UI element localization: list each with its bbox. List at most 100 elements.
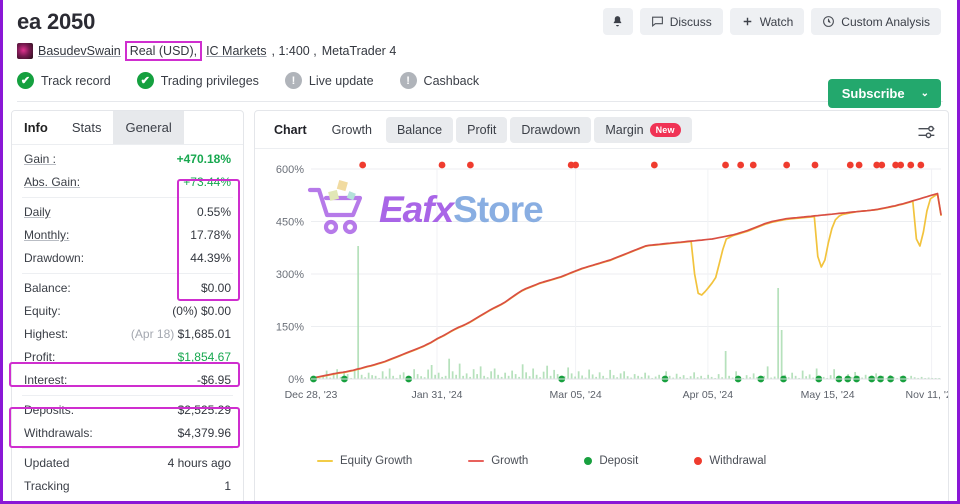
divider [22, 448, 233, 449]
divider [22, 197, 233, 198]
platform-text: MetaTrader 4 [321, 44, 397, 58]
row-value: $0.00 [200, 281, 231, 295]
svg-text:Nov 11, '24: Nov 11, '24 [906, 389, 949, 401]
tab-margin[interactable]: Margin New [594, 117, 692, 143]
row-highest: Highest: (Apr 18) $1,685.01 [22, 323, 233, 346]
stats-tabs: Info Stats General [12, 111, 243, 145]
row-value: +470.18% [176, 152, 231, 166]
exclamation-circle-icon: ! [399, 72, 417, 89]
watch-button[interactable]: Watch [729, 8, 805, 35]
row-key: Abs. Gain: [24, 175, 81, 189]
row-value: (0%) $0.00 [172, 304, 231, 318]
legend-line-icon [317, 460, 333, 462]
row-interest: Interest: -$6.95 [22, 369, 233, 392]
row-deposits: Deposits: $2,525.29 [22, 399, 233, 422]
row-key: Daily [24, 205, 51, 219]
row-value: 4 hours ago [167, 456, 231, 470]
svg-text:450%: 450% [276, 217, 304, 229]
clock-icon [823, 16, 835, 27]
chart-legend: Equity Growth Growth Deposit Withdrawal [255, 449, 948, 467]
row-balance: Balance: $0.00 [22, 277, 233, 300]
svg-text:Apr 05, '24: Apr 05, '24 [683, 389, 734, 401]
account-type-highlight: Real (USD), [124, 41, 203, 61]
row-profit: Profit: $1,854.67 [22, 346, 233, 369]
svg-text:Jan 31, '24: Jan 31, '24 [411, 389, 462, 401]
row-value: +73.44% [183, 175, 231, 189]
tab-general[interactable]: General [113, 111, 184, 144]
svg-text:300%: 300% [276, 269, 304, 281]
highest-date: (Apr 18) [130, 327, 175, 341]
divider [22, 273, 233, 274]
check-circle-icon: ✔ [136, 72, 154, 89]
row-abs-gain: Abs. Gain: +73.44% [22, 171, 233, 194]
row-monthly: Monthly: 17.78% [22, 224, 233, 247]
discuss-button[interactable]: Discuss [639, 8, 723, 35]
plus-icon [743, 17, 752, 26]
tab-info[interactable]: Info [12, 111, 60, 144]
row-value-group: (Apr 18) $1,685.01 [131, 327, 231, 342]
svg-text:Mar 05, '24: Mar 05, '24 [549, 389, 601, 401]
page-body: Info Stats General Gain : +470.18% Abs. … [3, 102, 957, 501]
legend-growth[interactable]: Growth [468, 455, 528, 467]
sliders-icon[interactable] [916, 122, 936, 142]
discuss-label: Discuss [669, 14, 712, 29]
svg-text:150%: 150% [276, 322, 304, 334]
row-value: $4,379.96 [177, 426, 231, 440]
avatar [17, 43, 33, 59]
custom-analysis-button[interactable]: Custom Analysis [811, 8, 941, 35]
chart-panel: Chart Growth Balance Profit Drawdown Mar… [254, 110, 949, 501]
divider [22, 395, 233, 396]
svg-text:600%: 600% [276, 164, 304, 176]
tab-balance[interactable]: Balance [385, 117, 454, 143]
badge-label: Trading privileges [160, 73, 259, 88]
badge-cashback[interactable]: ! Cashback [399, 72, 480, 89]
status-badges: ✔ Track record ✔ Trading privileges ! Li… [17, 72, 943, 89]
badge-label: Cashback [423, 73, 480, 88]
row-updated: Updated 4 hours ago [22, 452, 233, 475]
stats-panel: Info Stats General Gain : +470.18% Abs. … [11, 110, 244, 501]
row-key: Updated [24, 456, 70, 470]
row-value: $2,525.29 [177, 403, 231, 417]
row-daily: Daily 0.55% [22, 201, 233, 224]
account-username-link[interactable]: BasudevSwain [38, 44, 121, 58]
tab-stats[interactable]: Stats [59, 111, 114, 144]
page-header: ea 2050 Discuss Watch Custom Analysis Ba… [3, 0, 957, 108]
chart-area: EafxStore 0% 150% 300% 450% 600% Dec 28, '23 J… [255, 149, 948, 449]
header-actions: Discuss Watch Custom Analysis [602, 8, 941, 35]
growth-chart: 0% 150% 300% 450% 600% Dec 28, '23 Jan 31, '24… [276, 161, 949, 401]
tab-growth[interactable]: Growth [321, 117, 383, 143]
row-key: Monthly: [24, 228, 70, 242]
legend-dot-icon [584, 457, 593, 465]
row-key: Balance: [24, 281, 71, 295]
subscribe-button[interactable]: Subscribe ⌄ [827, 79, 941, 108]
legend-withdrawal[interactable]: Withdrawal [694, 455, 766, 467]
badge-track-record[interactable]: ✔ Track record [17, 72, 111, 89]
tab-profit[interactable]: Profit [456, 117, 508, 143]
badge-trading-privileges[interactable]: ✔ Trading privileges [136, 72, 259, 89]
check-circle-icon: ✔ [17, 72, 34, 89]
row-tracking: Tracking 1 [22, 475, 233, 498]
tab-drawdown[interactable]: Drawdown [510, 117, 592, 143]
custom-analysis-label: Custom Analysis [841, 14, 930, 29]
highest-amount: $1,685.01 [177, 327, 231, 341]
bell-icon [613, 16, 622, 27]
broker-link[interactable]: IC Markets [206, 44, 266, 58]
svg-text:0%: 0% [288, 374, 304, 386]
row-key: Equity: [24, 304, 61, 318]
row-gain: Gain : +470.18% [22, 148, 233, 171]
row-value: 1 [224, 479, 231, 493]
legend-equity-growth[interactable]: Equity Growth [317, 455, 412, 467]
row-equity: Equity: (0%) $0.00 [22, 300, 233, 323]
notifications-button[interactable] [602, 8, 633, 35]
legend-label: Equity Growth [340, 455, 413, 467]
legend-deposit[interactable]: Deposit [584, 455, 638, 467]
comment-icon [651, 16, 663, 27]
row-key: Highest: [24, 327, 69, 341]
badge-live-update[interactable]: ! Live update [284, 72, 374, 89]
tab-chart[interactable]: Chart [263, 117, 318, 143]
row-key: Deposits: [24, 403, 75, 417]
header-divider [17, 101, 943, 102]
legend-label: Deposit [599, 455, 639, 467]
row-value: 44.39% [190, 251, 231, 265]
badge-label: Live update [308, 73, 374, 88]
